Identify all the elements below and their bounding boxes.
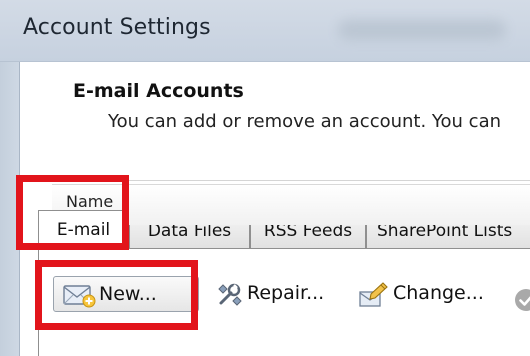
blurred-title-area	[338, 20, 506, 40]
new-account-button[interactable]: New...	[53, 276, 199, 312]
change-button[interactable]: Change...	[357, 276, 499, 312]
change-button-label: Change...	[393, 282, 484, 304]
account-settings-window: Account Settings E-mail Accounts You can…	[0, 0, 530, 356]
email-tab-panel: New... Repair... Change...	[38, 248, 530, 356]
accounts-toolbar: New... Repair... Change...	[39, 249, 530, 312]
window-frame-left	[0, 62, 20, 356]
check-circle-icon[interactable]	[514, 282, 530, 318]
name-column-header[interactable]: Name	[66, 192, 113, 211]
wrench-icon	[218, 283, 242, 306]
section-title: E-mail Accounts	[73, 80, 244, 102]
dialog-content: E-mail Accounts You can add or remove an…	[20, 62, 530, 356]
envelope-icon	[63, 285, 96, 308]
tab-email[interactable]: E-mail	[38, 210, 129, 249]
window-title: Account Settings	[23, 15, 211, 40]
title-bar[interactable]: Account Settings	[0, 0, 530, 62]
new-button-label: New...	[99, 283, 157, 305]
header-separator	[20, 180, 530, 181]
repair-button-label: Repair...	[247, 282, 325, 304]
section-description: You can add or remove an account. You ca…	[108, 111, 502, 132]
repair-button[interactable]: Repair...	[215, 276, 343, 312]
change-icon	[359, 282, 388, 307]
